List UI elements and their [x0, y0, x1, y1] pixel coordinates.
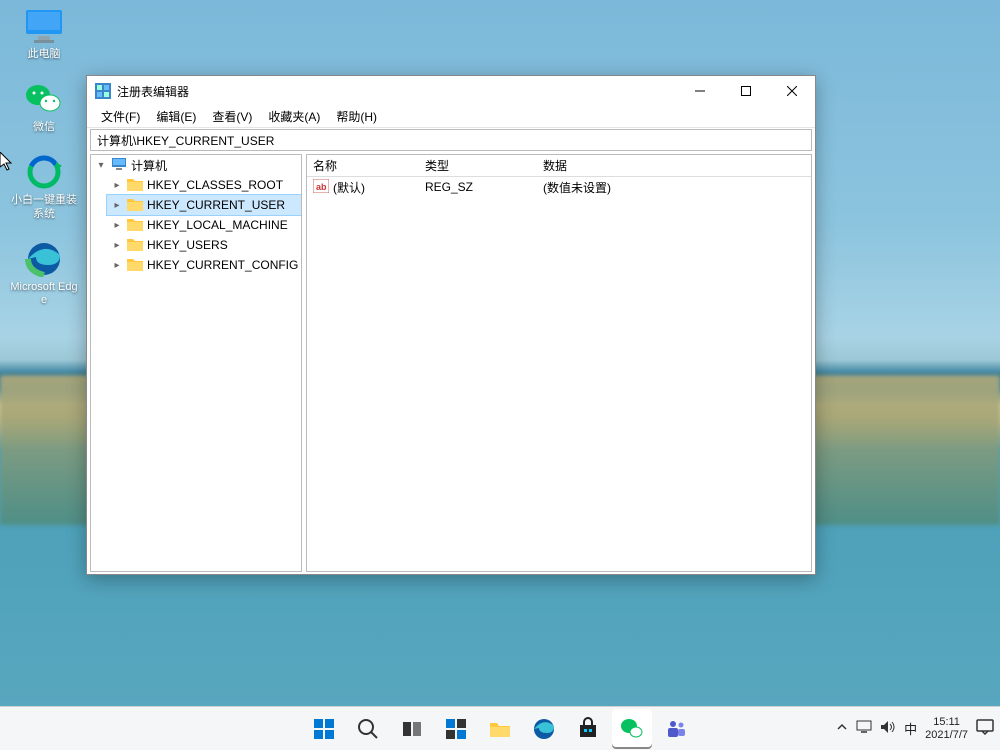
chevron-right-icon: ▸	[111, 240, 123, 251]
tree-node-label: HKEY_CLASSES_ROOT	[147, 178, 283, 192]
tray-ime[interactable]: 中	[904, 719, 917, 738]
chevron-down-icon: ▾	[95, 160, 107, 171]
desktop-icon-label: 小白一键重装系统	[8, 194, 80, 220]
maximize-button[interactable]	[723, 76, 769, 106]
tray-notifications-icon[interactable]	[976, 719, 994, 738]
tray-volume-icon[interactable]	[880, 720, 896, 737]
regedit-icon	[95, 83, 111, 99]
taskbar-store[interactable]	[568, 709, 608, 749]
folder-icon	[488, 717, 512, 741]
desktop-icon-this-pc[interactable]: 此电脑	[8, 8, 80, 61]
svg-text:ab: ab	[316, 182, 327, 192]
titlebar[interactable]: 注册表编辑器	[87, 76, 815, 106]
mouse-cursor	[0, 152, 14, 172]
tree-root-label: 计算机	[131, 157, 167, 174]
store-icon	[576, 717, 600, 741]
desktop-icon-label: Microsoft Edge	[8, 281, 80, 307]
taskbar-wechat[interactable]	[612, 709, 652, 749]
taskbar-teams[interactable]	[656, 709, 696, 749]
value-type: REG_SZ	[419, 178, 537, 196]
minimize-button[interactable]	[677, 76, 723, 106]
menu-favorites[interactable]: 收藏夹(A)	[260, 106, 328, 127]
list-row[interactable]: ab (默认) REG_SZ(数值未设置)	[307, 177, 811, 197]
taskbar-widgets[interactable]	[436, 709, 476, 749]
chevron-right-icon: ▸	[111, 200, 123, 211]
list-header: 名称 类型 数据	[307, 155, 811, 177]
tree-node[interactable]: ▸ HKEY_USERS	[107, 235, 301, 255]
taskbar: 中 15:11 2021/7/7	[0, 706, 1000, 750]
menu-help[interactable]: 帮助(H)	[328, 106, 385, 127]
registry-editor-window: 注册表编辑器 文件(F) 编辑(E) 查看(V) 收藏夹(A) 帮助(H) 计算…	[86, 75, 816, 575]
tree-node-label: HKEY_LOCAL_MACHINE	[147, 218, 288, 232]
window-title: 注册表编辑器	[117, 83, 677, 100]
menu-file[interactable]: 文件(F)	[93, 106, 148, 127]
tree-node-label: HKEY_USERS	[147, 238, 228, 252]
monitor-icon	[24, 8, 64, 44]
menu-edit[interactable]: 编辑(E)	[148, 106, 204, 127]
start-button[interactable]	[304, 709, 344, 749]
wechat-icon	[24, 81, 64, 117]
wechat-icon	[620, 717, 644, 741]
folder-icon	[123, 177, 147, 194]
edge-icon	[532, 717, 556, 741]
menubar: 文件(F) 编辑(E) 查看(V) 收藏夹(A) 帮助(H)	[87, 106, 815, 128]
tray-network-icon[interactable]	[856, 720, 872, 737]
reinstall-icon	[24, 154, 64, 190]
tree-node[interactable]: ▸ HKEY_CURRENT_USER	[107, 195, 301, 215]
tree-node[interactable]: ▸ HKEY_CURRENT_CONFIG	[107, 255, 301, 275]
column-data[interactable]: 数据	[537, 155, 811, 176]
chevron-right-icon: ▸	[111, 220, 123, 231]
desktop-icon-edge[interactable]: Microsoft Edge	[8, 241, 80, 307]
tree-node[interactable]: ▸ HKEY_CLASSES_ROOT	[107, 175, 301, 195]
computer-icon	[107, 157, 131, 174]
edge-icon	[24, 241, 64, 277]
tree-node[interactable]: ▸ HKEY_LOCAL_MACHINE	[107, 215, 301, 235]
tree-pane[interactable]: ▾ 计算机 ▸ HKEY_CLASSES_ROOT ▸ HKEY_CURRENT_US…	[90, 154, 302, 572]
string-value-icon: ab	[313, 179, 333, 196]
address-bar[interactable]: 计算机\HKEY_CURRENT_USER	[90, 129, 812, 151]
desktop-icons-area: 此电脑 微信 小白一键重装系统 Microsoft Edge	[8, 8, 88, 327]
task-view-icon	[400, 717, 424, 741]
chevron-right-icon: ▸	[111, 260, 123, 271]
task-view-button[interactable]	[392, 709, 432, 749]
value-data: (数值未设置)	[537, 177, 811, 198]
list-pane[interactable]: 名称 类型 数据 ab (默认) REG_SZ(数值未设置)	[306, 154, 812, 572]
desktop-icon-xiaobai[interactable]: 小白一键重装系统	[8, 154, 80, 220]
taskbar-explorer[interactable]	[480, 709, 520, 749]
tree-node-label: HKEY_CURRENT_USER	[147, 198, 285, 212]
folder-icon	[123, 257, 147, 274]
close-button[interactable]	[769, 76, 815, 106]
taskbar-clock[interactable]: 15:11 2021/7/7	[925, 716, 968, 740]
taskbar-edge[interactable]	[524, 709, 564, 749]
chevron-right-icon: ▸	[111, 180, 123, 191]
column-type[interactable]: 类型	[419, 155, 537, 176]
taskbar-time: 15:11	[925, 716, 968, 728]
tree-root[interactable]: ▾ 计算机	[91, 155, 301, 175]
teams-icon	[664, 717, 688, 741]
tree-node-label: HKEY_CURRENT_CONFIG	[147, 258, 298, 272]
widgets-icon	[444, 717, 468, 741]
desktop-icon-label: 此电脑	[8, 48, 80, 61]
taskbar-date: 2021/7/7	[925, 729, 968, 741]
desktop-icon-wechat[interactable]: 微信	[8, 81, 80, 134]
desktop-icon-label: 微信	[8, 121, 80, 134]
column-name[interactable]: 名称	[307, 155, 419, 176]
folder-icon	[123, 217, 147, 234]
search-button[interactable]	[348, 709, 388, 749]
windows-icon	[312, 717, 336, 741]
menu-view[interactable]: 查看(V)	[204, 106, 260, 127]
search-icon	[356, 717, 380, 741]
folder-icon	[123, 237, 147, 254]
tray-chevron-up-icon[interactable]	[836, 721, 848, 736]
folder-icon	[123, 197, 147, 214]
value-name: (默认)	[333, 179, 365, 196]
